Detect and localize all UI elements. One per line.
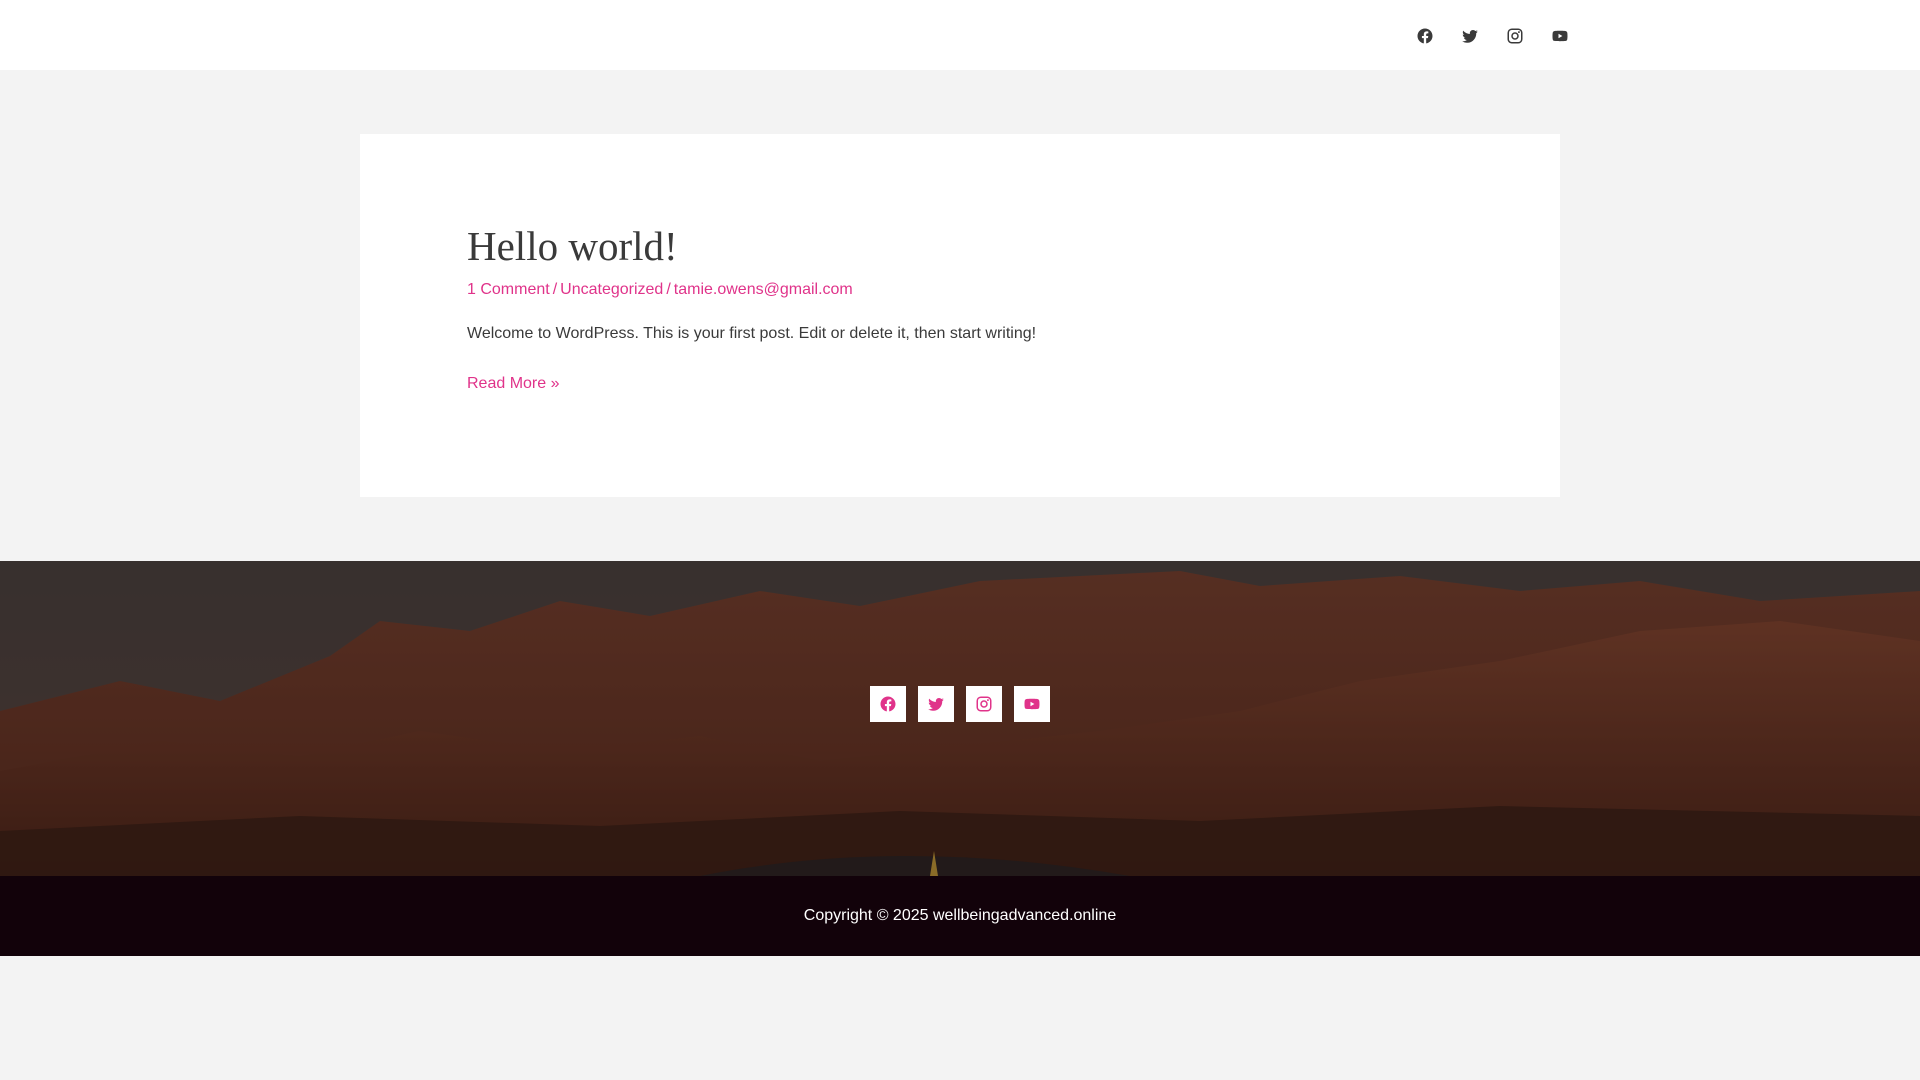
header-youtube-link[interactable] bbox=[1537, 23, 1582, 48]
header-twitter-link[interactable] bbox=[1447, 23, 1492, 48]
read-more-link[interactable]: Read More » bbox=[467, 375, 560, 393]
instagram-icon bbox=[976, 696, 992, 712]
header-instagram-link[interactable] bbox=[1492, 23, 1537, 48]
post-title[interactable]: Hello world! bbox=[467, 222, 678, 270]
author-link[interactable]: tamie.owens@gmail.com bbox=[674, 281, 853, 298]
header-facebook-link[interactable] bbox=[1402, 23, 1447, 48]
footer-instagram-link[interactable] bbox=[966, 686, 1002, 722]
footer-social-links bbox=[870, 686, 1050, 722]
post-meta: 1 Comment / Uncategorized / tamie.owens@gmai… bbox=[467, 281, 853, 299]
header-social-links bbox=[1402, 23, 1582, 48]
footer-widget-area bbox=[0, 561, 1920, 876]
facebook-icon bbox=[1417, 28, 1432, 43]
category-link[interactable]: Uncategorized bbox=[560, 281, 663, 298]
post-card: Hello world! 1 Comment / Uncategorized / tam… bbox=[360, 134, 1560, 497]
twitter-icon bbox=[1461, 29, 1478, 43]
comments-link[interactable]: 1 Comment bbox=[467, 281, 550, 298]
youtube-icon bbox=[1024, 698, 1040, 710]
footer-youtube-link[interactable] bbox=[1014, 686, 1050, 722]
twitter-icon bbox=[928, 698, 944, 711]
copyright-bar: Copyright © 2025 wellbeingadvanced.onlin… bbox=[0, 876, 1920, 956]
copyright-text: Copyright © 2025 wellbeingadvanced.onlin… bbox=[803, 907, 1117, 924]
meta-separator: / bbox=[666, 281, 671, 298]
site-header bbox=[0, 0, 1920, 70]
facebook-icon bbox=[880, 696, 896, 712]
footer-twitter-link[interactable] bbox=[918, 686, 954, 722]
instagram-icon bbox=[1507, 28, 1522, 43]
footer-facebook-link[interactable] bbox=[870, 686, 906, 722]
youtube-icon bbox=[1552, 30, 1567, 41]
post-excerpt: Welcome to WordPress. This is your first… bbox=[467, 325, 1037, 342]
meta-separator: / bbox=[552, 281, 558, 298]
